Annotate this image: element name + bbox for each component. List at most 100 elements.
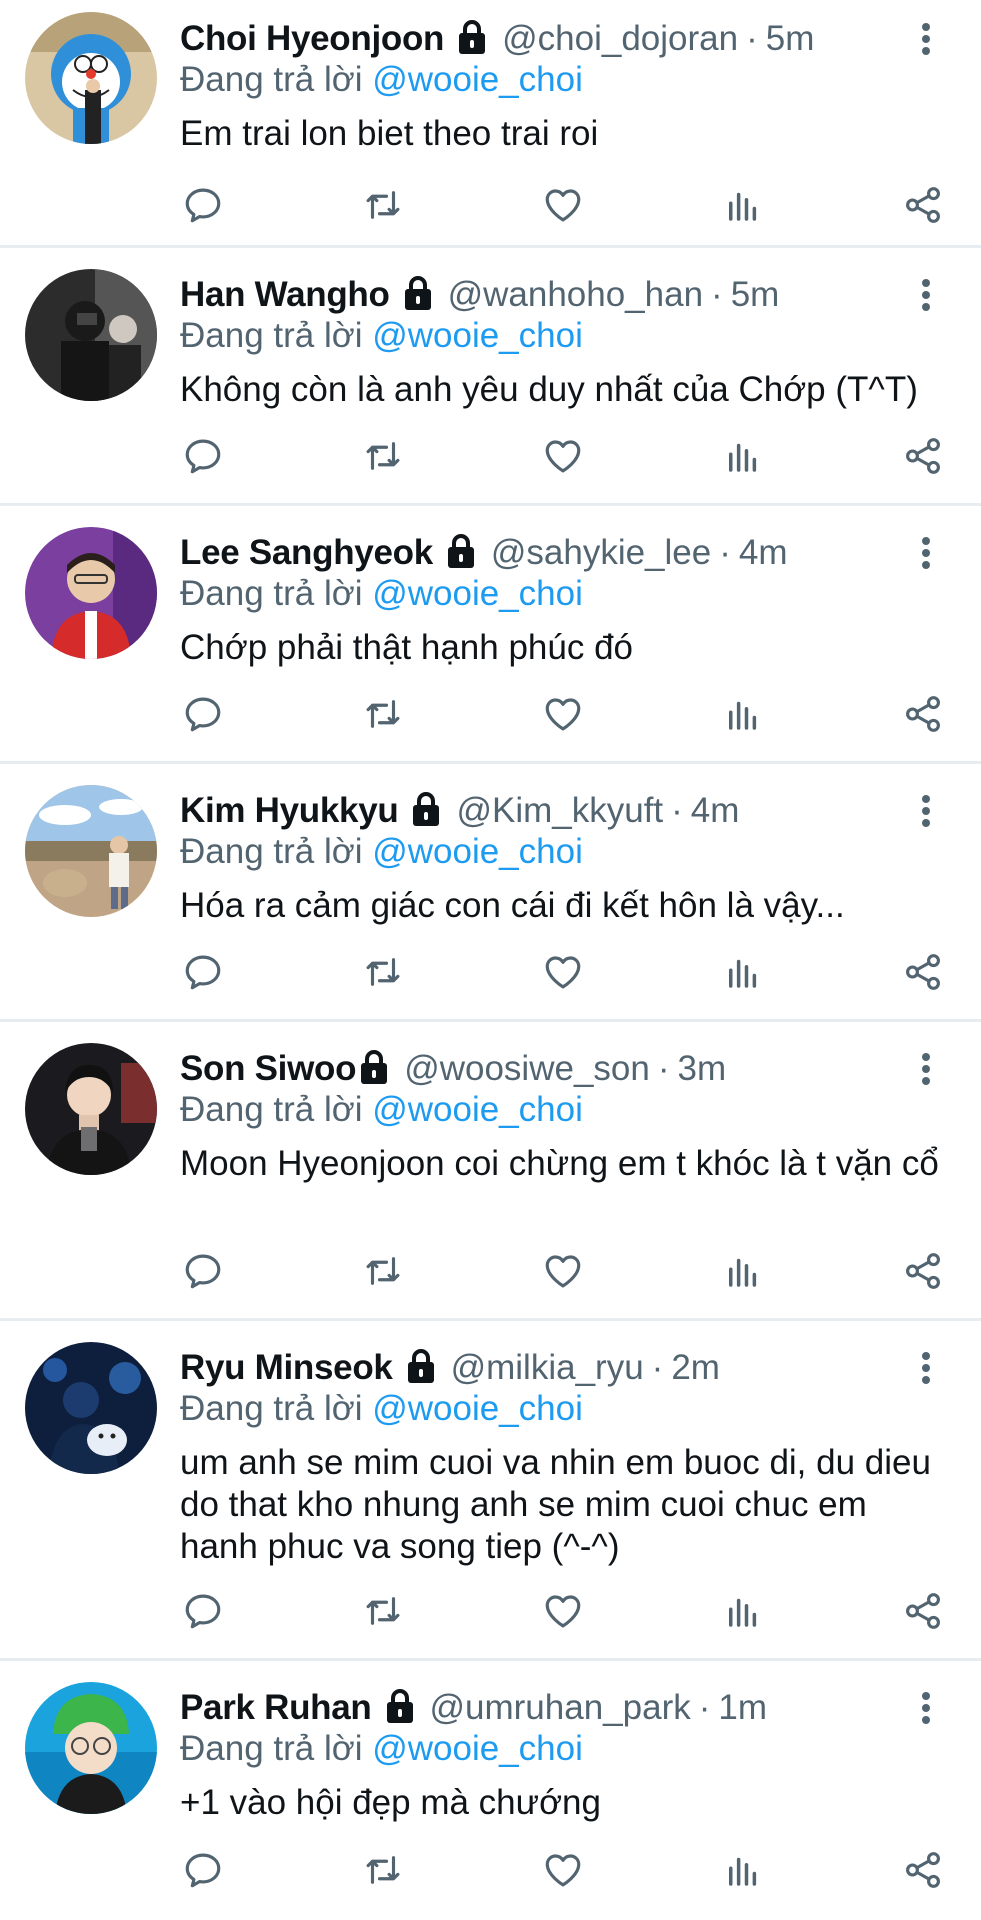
- views-icon[interactable]: [720, 1588, 766, 1634]
- avatar[interactable]: [25, 785, 157, 917]
- retweet-icon[interactable]: [360, 433, 406, 479]
- avatar[interactable]: [25, 527, 157, 659]
- mention-link[interactable]: @wooie_choi: [372, 832, 583, 871]
- retweet-icon[interactable]: [360, 949, 406, 995]
- avatar-purple-photo-icon: [25, 527, 157, 659]
- mention-link[interactable]: @wooie_choi: [372, 1729, 583, 1768]
- mention-link[interactable]: @wooie_choi: [372, 1090, 583, 1129]
- retweet-icon[interactable]: [360, 691, 406, 737]
- mention-link[interactable]: @wooie_choi: [372, 60, 583, 99]
- replying-to: Đang trả lời @wooie_choi: [180, 831, 941, 873]
- more-options-icon[interactable]: [911, 1686, 941, 1730]
- views-icon[interactable]: [720, 182, 766, 228]
- user-handle[interactable]: @woosiwe_son: [404, 1049, 650, 1089]
- reply-icon[interactable]: [180, 949, 226, 995]
- retweet-icon[interactable]: [360, 182, 406, 228]
- share-icon[interactable]: [900, 1847, 946, 1893]
- reply-icon[interactable]: [180, 182, 226, 228]
- tweet[interactable]: Park Ruhan @umruhan_park · 1m Đang trả l…: [0, 1661, 981, 1920]
- timestamp[interactable]: 4m: [739, 533, 788, 573]
- timestamp[interactable]: 1m: [718, 1688, 767, 1728]
- retweet-icon[interactable]: [360, 1588, 406, 1634]
- reply-icon[interactable]: [180, 691, 226, 737]
- like-icon[interactable]: [540, 433, 586, 479]
- reply-icon[interactable]: [180, 1588, 226, 1634]
- user-handle[interactable]: @milkia_ryu: [451, 1348, 644, 1388]
- display-name[interactable]: Park Ruhan: [180, 1688, 372, 1728]
- tweet[interactable]: Choi Hyeonjoon @choi_dojoran · 5m Đang t…: [0, 0, 981, 248]
- reply-icon[interactable]: [180, 1248, 226, 1294]
- views-icon[interactable]: [720, 949, 766, 995]
- replying-to: Đang trả lời @wooie_choi: [180, 1089, 941, 1131]
- avatar[interactable]: [25, 12, 157, 144]
- like-icon[interactable]: [540, 1248, 586, 1294]
- mention-link[interactable]: @wooie_choi: [372, 574, 583, 613]
- display-name[interactable]: Lee Sanghyeok: [180, 533, 433, 573]
- like-icon[interactable]: [540, 691, 586, 737]
- tweet[interactable]: Ryu Minseok @milkia_ryu · 2m Đang trả lờ…: [0, 1321, 981, 1661]
- more-options-icon[interactable]: [911, 789, 941, 833]
- display-name[interactable]: Kim Hyukkyu: [180, 791, 399, 831]
- timestamp[interactable]: 5m: [766, 19, 815, 59]
- more-options-icon[interactable]: [911, 1047, 941, 1091]
- display-name[interactable]: Choi Hyeonjoon: [180, 19, 444, 59]
- reply-feed: Choi Hyeonjoon @choi_dojoran · 5m Đang t…: [0, 0, 981, 1920]
- timestamp[interactable]: 5m: [731, 275, 780, 315]
- tweet-actions: [180, 1845, 946, 1895]
- views-icon[interactable]: [720, 1847, 766, 1893]
- like-icon[interactable]: [540, 182, 586, 228]
- replying-to: Đang trả lời @wooie_choi: [180, 1728, 941, 1770]
- timestamp[interactable]: 2m: [671, 1348, 720, 1388]
- timestamp[interactable]: 4m: [691, 791, 740, 831]
- more-options-icon[interactable]: [911, 1346, 941, 1390]
- replying-to: Đang trả lời @wooie_choi: [180, 59, 941, 101]
- tweet-actions: [180, 1246, 946, 1296]
- share-icon[interactable]: [900, 1588, 946, 1634]
- like-icon[interactable]: [540, 1847, 586, 1893]
- tweet[interactable]: Son Siwoo @woosiwe_son · 3m Đang trả lời…: [0, 1022, 981, 1321]
- views-icon[interactable]: [720, 433, 766, 479]
- display-name[interactable]: Han Wangho: [180, 275, 390, 315]
- tweet[interactable]: Kim Hyukkyu @Kim_kkyuft · 4m Đang trả lờ…: [0, 764, 981, 1022]
- reply-icon[interactable]: [180, 433, 226, 479]
- tweet[interactable]: Han Wangho @wanhoho_han · 5m Đang trả lờ…: [0, 248, 981, 506]
- tweet-actions: [180, 180, 946, 230]
- more-options-icon[interactable]: [911, 273, 941, 317]
- avatar[interactable]: [25, 1043, 157, 1175]
- retweet-icon[interactable]: [360, 1248, 406, 1294]
- avatar-outdoor-photo-icon: [25, 785, 157, 917]
- more-options-icon[interactable]: [911, 531, 941, 575]
- avatar[interactable]: [25, 269, 157, 401]
- user-handle[interactable]: @sahykie_lee: [491, 533, 711, 573]
- replying-to-label: Đang trả lời: [180, 832, 363, 871]
- share-icon[interactable]: [900, 691, 946, 737]
- share-icon[interactable]: [900, 433, 946, 479]
- mention-link[interactable]: @wooie_choi: [372, 316, 583, 355]
- retweet-icon[interactable]: [360, 1847, 406, 1893]
- display-name[interactable]: Son Siwoo: [180, 1049, 356, 1089]
- replying-to: Đang trả lời @wooie_choi: [180, 315, 941, 357]
- mention-link[interactable]: @wooie_choi: [372, 1389, 583, 1428]
- tweet[interactable]: Lee Sanghyeok @sahykie_lee · 4m Đang trả…: [0, 506, 981, 764]
- replying-to: Đang trả lời @wooie_choi: [180, 573, 941, 615]
- user-handle[interactable]: @choi_dojoran: [502, 19, 738, 59]
- tweet-text: Chớp phải thật hạnh phúc đó: [180, 628, 634, 667]
- timestamp[interactable]: 3m: [678, 1049, 727, 1089]
- avatar[interactable]: [25, 1342, 157, 1474]
- user-handle[interactable]: @umruhan_park: [430, 1688, 691, 1728]
- reply-icon[interactable]: [180, 1847, 226, 1893]
- share-icon[interactable]: [900, 949, 946, 995]
- like-icon[interactable]: [540, 1588, 586, 1634]
- more-options-icon[interactable]: [911, 17, 941, 61]
- display-name[interactable]: Ryu Minseok: [180, 1348, 393, 1388]
- user-handle[interactable]: @Kim_kkyuft: [456, 791, 663, 831]
- views-icon[interactable]: [720, 691, 766, 737]
- share-icon[interactable]: [900, 1248, 946, 1294]
- share-icon[interactable]: [900, 182, 946, 228]
- views-icon[interactable]: [720, 1248, 766, 1294]
- tweet-header: Lee Sanghyeok @sahykie_lee · 4m: [180, 531, 941, 575]
- like-icon[interactable]: [540, 949, 586, 995]
- avatar[interactable]: [25, 1682, 157, 1814]
- user-handle[interactable]: @wanhoho_han: [448, 275, 703, 315]
- replying-to-label: Đang trả lời: [180, 316, 363, 355]
